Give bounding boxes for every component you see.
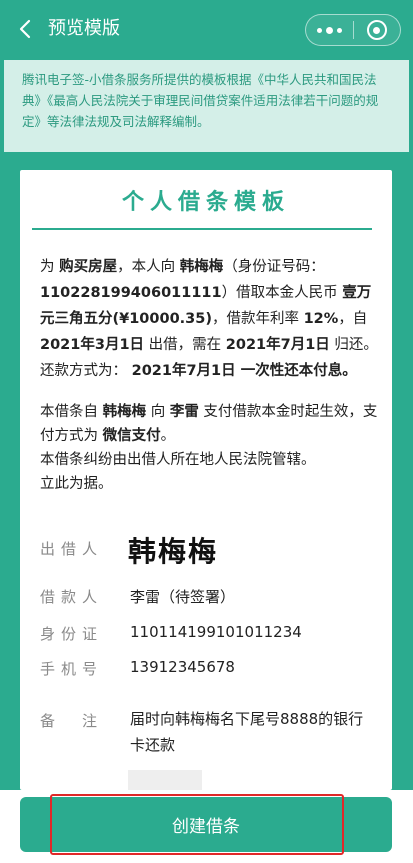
remark-label: 备 注 <box>40 712 104 730</box>
legal-notice: 腾讯电子签-小借条服务所提供的模板根据《中华人民共和国民法典》《最高人民法院关于… <box>4 60 409 152</box>
effect-line: 本借条自 韩梅梅 向 李雷 支付借款本金时起生效，支付方式为 微信支付。 <box>40 400 380 448</box>
effect-paragraph: 本借条自 韩梅梅 向 李雷 支付借款本金时起生效，支付方式为 微信支付。 本借条… <box>40 400 380 496</box>
lender-signature: 韩梅梅 <box>128 535 219 568</box>
lender-name: 韩梅梅 <box>102 404 147 420</box>
interest-rate: 12% <box>303 311 339 327</box>
back-icon[interactable] <box>12 14 38 44</box>
repay-method: 2021年7月1日 一次性还本付息。 <box>131 363 357 379</box>
closing-line: 立此为据。 <box>40 476 113 492</box>
text: 向 <box>146 404 170 420</box>
nav-bar: 预览模版 <box>0 0 413 60</box>
miniprogram-capsule <box>305 14 401 46</box>
phone-label: 手机号 <box>40 660 104 678</box>
text: ，借款年利率 <box>211 311 304 327</box>
text: 为 <box>40 259 60 275</box>
borrower-value: 李雷（待签署） <box>130 588 236 606</box>
remark-value: 届时向韩梅梅名下尾号8888的银行卡还款 <box>130 710 364 754</box>
text: ，本人向 <box>117 259 180 275</box>
start-date: 2021年3月1日 <box>40 337 145 353</box>
title-divider <box>32 228 372 230</box>
placeholder-block <box>128 770 202 790</box>
due-date: 2021年7月1日 <box>225 337 330 353</box>
text: 。 <box>160 428 176 444</box>
text: 出借，需在 <box>144 337 226 353</box>
payment-method: 微信支付 <box>102 428 161 444</box>
id-label: 身份证 <box>40 625 104 643</box>
create-loan-button[interactable]: 创建借条 <box>20 797 392 852</box>
borrower-label: 借款人 <box>40 588 104 606</box>
phone-value: 13912345678 <box>130 658 235 676</box>
id-value: 110114199101011234 <box>130 623 302 641</box>
document-title: 个人借条模板 <box>121 190 290 215</box>
jurisdiction-line: 本借条纠纷由出借人所在地人民法院管辖。 <box>40 452 316 468</box>
page-title: 预览模版 <box>48 18 120 39</box>
loan-purpose: 购买房屋 <box>59 259 118 275</box>
lender-name: 韩梅梅 <box>179 259 224 275</box>
borrower-name: 李雷 <box>169 404 199 420</box>
lender-label: 出借人 <box>40 540 104 558</box>
lender-id-number: 110228199406011111 <box>40 285 222 301</box>
text: ，自 <box>338 311 368 327</box>
loan-document-preview: 个人借条模板 为 购买房屋，本人向 韩梅梅（身份证号码：110228199406… <box>20 170 392 790</box>
text: （身份证号码： <box>223 259 325 275</box>
more-icon[interactable] <box>306 15 353 45</box>
text: 本借条自 <box>40 404 103 420</box>
loan-terms-paragraph: 为 购买房屋，本人向 韩梅梅（身份证号码：110228199406011111）… <box>40 254 380 384</box>
text: ）借取本金人民币 <box>221 285 343 301</box>
close-miniprogram-icon[interactable] <box>354 15 401 45</box>
amount-digits: (¥10000.35) <box>112 311 212 327</box>
